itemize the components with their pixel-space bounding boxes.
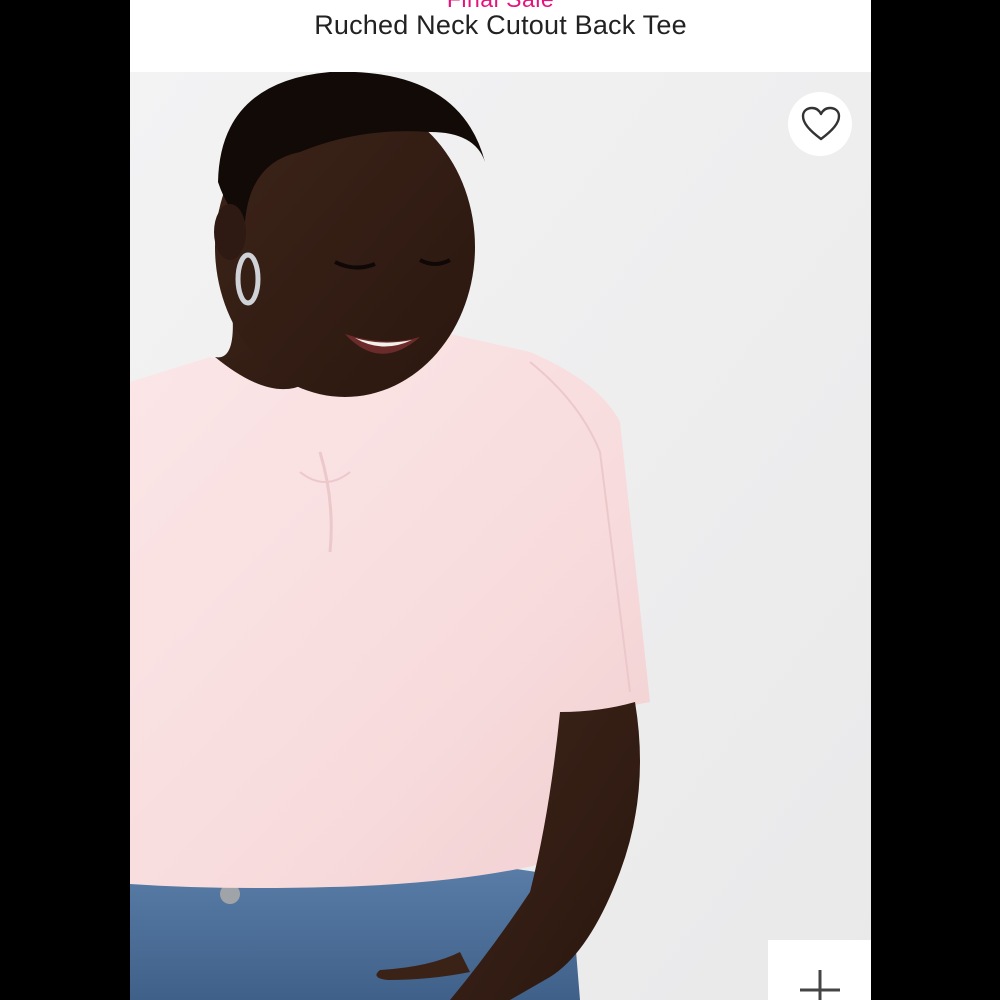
ear — [214, 204, 246, 260]
product-title: Ruched Neck Cutout Back Tee — [314, 10, 687, 40]
add-to-bag-button[interactable] — [768, 940, 871, 1000]
product-image[interactable] — [130, 72, 871, 1000]
product-photo-illustration — [130, 72, 871, 1000]
product-page: Final Sale Ruched Neck Cutout Back Tee — [130, 0, 871, 1000]
favorite-button[interactable] — [788, 92, 852, 156]
heart-outline-icon — [801, 106, 841, 141]
product-header: Final Sale Ruched Neck Cutout Back Tee — [130, 0, 871, 72]
plus-icon — [800, 970, 840, 1000]
